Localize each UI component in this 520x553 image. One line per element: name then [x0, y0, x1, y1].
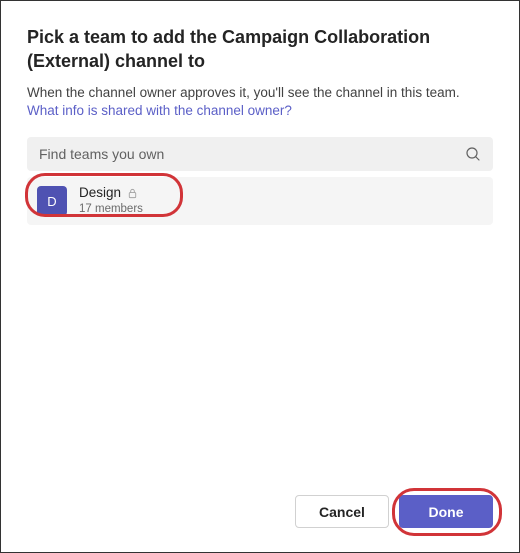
info-link[interactable]: What info is shared with the channel own… — [27, 103, 292, 118]
search-icon — [465, 146, 481, 162]
dialog-description-text: When the channel owner approves it, you'… — [27, 85, 460, 100]
lock-icon — [127, 188, 138, 199]
dialog-description: When the channel owner approves it, you'… — [27, 84, 493, 122]
team-row[interactable]: D Design 17 members — [27, 177, 493, 224]
done-button[interactable]: Done — [399, 495, 493, 528]
search-input[interactable] — [39, 146, 465, 162]
team-name: Design — [79, 185, 121, 202]
spacer — [27, 225, 493, 483]
cancel-button[interactable]: Cancel — [295, 495, 389, 528]
dialog-footer: Cancel Done — [27, 483, 493, 528]
team-members: 17 members — [79, 202, 143, 216]
team-info: Design 17 members — [79, 185, 143, 216]
search-box[interactable] — [27, 137, 493, 171]
done-button-label: Done — [429, 504, 464, 520]
dialog-title: Pick a team to add the Campaign Collabor… — [27, 25, 493, 74]
team-name-row: Design — [79, 185, 143, 202]
team-picker-dialog: Pick a team to add the Campaign Collabor… — [1, 1, 519, 552]
team-avatar: D — [37, 186, 67, 216]
